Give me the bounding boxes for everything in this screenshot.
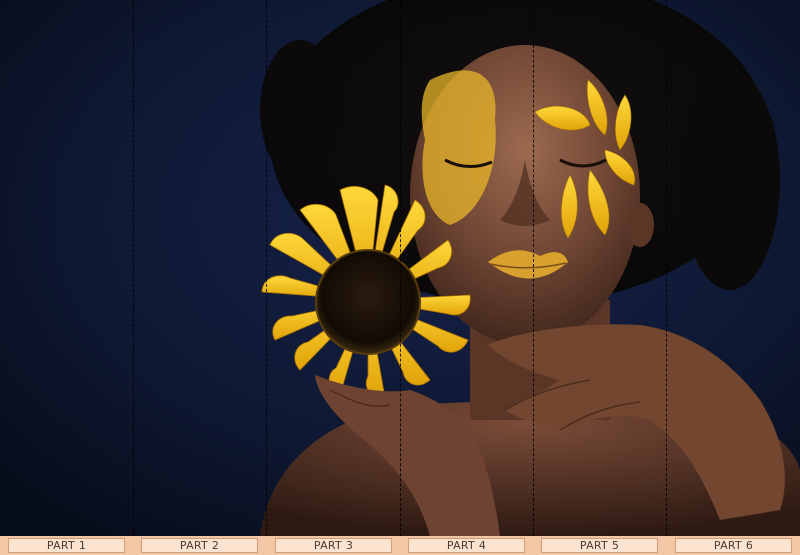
panel-divider-5	[666, 0, 667, 536]
panel-preview: PART 1 PART 2 PART 3 PART 4 PART 5 PART …	[0, 0, 800, 555]
panel-divider-4	[533, 0, 534, 536]
part-label-6: PART 6	[675, 538, 792, 553]
panel-divider-1	[133, 0, 134, 536]
part-label-1: PART 1	[8, 538, 125, 553]
part-label-5: PART 5	[541, 538, 658, 553]
part-label-4: PART 4	[408, 538, 525, 553]
panel-divider-2	[266, 0, 267, 536]
part-label-3: PART 3	[275, 538, 392, 553]
part-label-2: PART 2	[141, 538, 258, 553]
panel-divider-3	[400, 0, 401, 536]
